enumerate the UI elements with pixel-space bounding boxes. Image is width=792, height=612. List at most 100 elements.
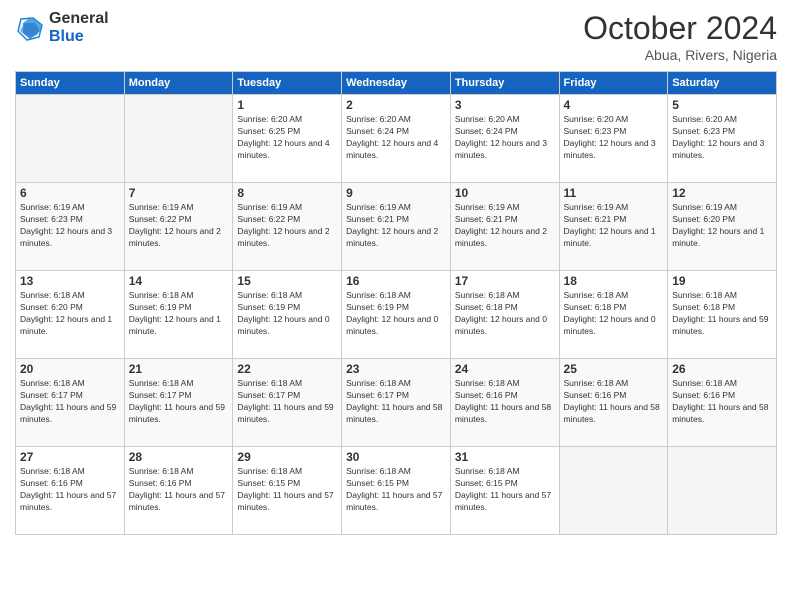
day-info: Sunrise: 6:18 AM Sunset: 6:16 PM Dayligh… (129, 466, 229, 514)
day-number: 24 (455, 362, 555, 376)
calendar-cell: 14 Sunrise: 6:18 AM Sunset: 6:19 PM Dayli… (124, 271, 233, 359)
day-info: Sunrise: 6:19 AM Sunset: 6:21 PM Dayligh… (346, 202, 446, 250)
week-row-3: 13 Sunrise: 6:18 AM Sunset: 6:20 PM Dayli… (16, 271, 777, 359)
calendar-cell: 31 Sunrise: 6:18 AM Sunset: 6:15 PM Dayli… (450, 447, 559, 535)
day-info: Sunrise: 6:18 AM Sunset: 6:17 PM Dayligh… (20, 378, 120, 426)
calendar-cell: 27Sunrise: 6:18 AM Sunset: 6:16 PM Dayli… (16, 447, 125, 535)
location: Abua, Rivers, Nigeria (583, 47, 777, 63)
day-number: 15 (237, 274, 337, 288)
calendar-cell: 29Sunrise: 6:18 AM Sunset: 6:15 PM Dayli… (233, 447, 342, 535)
day-info: Sunrise: 6:19 AM Sunset: 6:21 PM Dayligh… (455, 202, 555, 250)
calendar-cell: 6Sunrise: 6:19 AM Sunset: 6:23 PM Daylig… (16, 183, 125, 271)
logo: General Blue (15, 10, 109, 45)
day-info: Sunrise: 6:19 AM Sunset: 6:20 PM Dayligh… (672, 202, 772, 250)
day-header-friday: Friday (559, 72, 668, 95)
day-number: 1 (237, 98, 337, 112)
calendar-cell: 19 Sunrise: 6:18 AM Sunset: 6:18 PM Dayli… (668, 271, 777, 359)
calendar-table: SundayMondayTuesdayWednesdayThursdayFrid… (15, 71, 777, 535)
calendar-cell: 25 Sunrise: 6:18 AM Sunset: 6:16 PM Dayli… (559, 359, 668, 447)
day-info: Sunrise: 6:18 AM Sunset: 6:18 PM Dayligh… (672, 290, 772, 338)
day-info: Sunrise: 6:20 AM Sunset: 6:24 PM Dayligh… (346, 114, 446, 162)
calendar-cell: 2 Sunrise: 6:20 AM Sunset: 6:24 PM Daylig… (342, 95, 451, 183)
day-number: 6 (20, 186, 120, 200)
day-number: 2 (346, 98, 446, 112)
calendar-header-row: SundayMondayTuesdayWednesdayThursdayFrid… (16, 72, 777, 95)
day-number: 25 (564, 362, 664, 376)
calendar-cell: 26 Sunrise: 6:18 AM Sunset: 6:16 PM Dayli… (668, 359, 777, 447)
day-number: 26 (672, 362, 772, 376)
month-title: October 2024 (583, 10, 777, 47)
calendar-cell: 30Sunrise: 6:18 AM Sunset: 6:15 PM Dayli… (342, 447, 451, 535)
calendar-cell: 13 Sunrise: 6:18 AM Sunset: 6:20 PM Dayli… (16, 271, 125, 359)
day-number: 30 (346, 450, 446, 464)
calendar-cell: 24 Sunrise: 6:18 AM Sunset: 6:16 PM Dayli… (450, 359, 559, 447)
day-header-tuesday: Tuesday (233, 72, 342, 95)
calendar-cell: 7 Sunrise: 6:19 AM Sunset: 6:22 PM Daylig… (124, 183, 233, 271)
day-number: 13 (20, 274, 120, 288)
day-header-thursday: Thursday (450, 72, 559, 95)
day-info: Sunrise: 6:19 AM Sunset: 6:22 PM Dayligh… (237, 202, 337, 250)
day-number: 11 (564, 186, 664, 200)
week-row-1: 1Sunrise: 6:20 AM Sunset: 6:25 PM Daylig… (16, 95, 777, 183)
day-number: 5 (672, 98, 772, 112)
day-number: 4 (564, 98, 664, 112)
day-info: Sunrise: 6:18 AM Sunset: 6:16 PM Dayligh… (455, 378, 555, 426)
day-number: 28 (129, 450, 229, 464)
day-info: Sunrise: 6:18 AM Sunset: 6:20 PM Dayligh… (20, 290, 120, 338)
logo-blue-text: Blue (49, 28, 109, 46)
calendar-cell: 9 Sunrise: 6:19 AM Sunset: 6:21 PM Daylig… (342, 183, 451, 271)
day-number: 23 (346, 362, 446, 376)
calendar-cell: 12 Sunrise: 6:19 AM Sunset: 6:20 PM Dayli… (668, 183, 777, 271)
day-info: Sunrise: 6:18 AM Sunset: 6:16 PM Dayligh… (672, 378, 772, 426)
calendar-cell: 28 Sunrise: 6:18 AM Sunset: 6:16 PM Dayli… (124, 447, 233, 535)
calendar-cell: 4 Sunrise: 6:20 AM Sunset: 6:23 PM Daylig… (559, 95, 668, 183)
header: General Blue October 2024 Abua, Rivers, … (15, 10, 777, 63)
day-number: 21 (129, 362, 229, 376)
calendar-cell: 15 Sunrise: 6:18 AM Sunset: 6:19 PM Dayli… (233, 271, 342, 359)
day-info: Sunrise: 6:20 AM Sunset: 6:23 PM Dayligh… (672, 114, 772, 162)
day-info: Sunrise: 6:18 AM Sunset: 6:18 PM Dayligh… (455, 290, 555, 338)
day-number: 29 (237, 450, 337, 464)
calendar-cell: 21 Sunrise: 6:18 AM Sunset: 6:17 PM Dayli… (124, 359, 233, 447)
day-info: Sunrise: 6:19 AM Sunset: 6:22 PM Dayligh… (129, 202, 229, 250)
day-info: Sunrise: 6:18 AM Sunset: 6:19 PM Dayligh… (129, 290, 229, 338)
calendar-cell: 3Sunrise: 6:20 AM Sunset: 6:24 PM Daylig… (450, 95, 559, 183)
day-info: Sunrise: 6:18 AM Sunset: 6:19 PM Dayligh… (237, 290, 337, 338)
day-number: 19 (672, 274, 772, 288)
calendar-cell: 10 Sunrise: 6:19 AM Sunset: 6:21 PM Dayli… (450, 183, 559, 271)
day-info: Sunrise: 6:18 AM Sunset: 6:17 PM Dayligh… (129, 378, 229, 426)
calendar-cell: 8Sunrise: 6:19 AM Sunset: 6:22 PM Daylig… (233, 183, 342, 271)
calendar-cell: 23 Sunrise: 6:18 AM Sunset: 6:17 PM Dayli… (342, 359, 451, 447)
day-header-sunday: Sunday (16, 72, 125, 95)
calendar-cell (16, 95, 125, 183)
day-number: 10 (455, 186, 555, 200)
calendar-cell: 11Sunrise: 6:19 AM Sunset: 6:21 PM Dayli… (559, 183, 668, 271)
day-number: 12 (672, 186, 772, 200)
title-area: October 2024 Abua, Rivers, Nigeria (583, 10, 777, 63)
day-info: Sunrise: 6:18 AM Sunset: 6:16 PM Dayligh… (20, 466, 120, 514)
logo-text: General Blue (49, 10, 109, 45)
week-row-4: 20Sunrise: 6:18 AM Sunset: 6:17 PM Dayli… (16, 359, 777, 447)
day-number: 16 (346, 274, 446, 288)
day-info: Sunrise: 6:20 AM Sunset: 6:24 PM Dayligh… (455, 114, 555, 162)
day-info: Sunrise: 6:18 AM Sunset: 6:16 PM Dayligh… (564, 378, 664, 426)
day-header-monday: Monday (124, 72, 233, 95)
day-info: Sunrise: 6:18 AM Sunset: 6:19 PM Dayligh… (346, 290, 446, 338)
day-header-wednesday: Wednesday (342, 72, 451, 95)
day-info: Sunrise: 6:20 AM Sunset: 6:23 PM Dayligh… (564, 114, 664, 162)
calendar-cell (668, 447, 777, 535)
day-info: Sunrise: 6:18 AM Sunset: 6:17 PM Dayligh… (346, 378, 446, 426)
day-number: 9 (346, 186, 446, 200)
day-number: 17 (455, 274, 555, 288)
day-number: 31 (455, 450, 555, 464)
day-number: 14 (129, 274, 229, 288)
day-info: Sunrise: 6:18 AM Sunset: 6:18 PM Dayligh… (564, 290, 664, 338)
calendar-cell: 17 Sunrise: 6:18 AM Sunset: 6:18 PM Dayli… (450, 271, 559, 359)
calendar-cell (124, 95, 233, 183)
page: General Blue October 2024 Abua, Rivers, … (0, 0, 792, 612)
calendar-cell: 18Sunrise: 6:18 AM Sunset: 6:18 PM Dayli… (559, 271, 668, 359)
week-row-2: 6Sunrise: 6:19 AM Sunset: 6:23 PM Daylig… (16, 183, 777, 271)
day-number: 7 (129, 186, 229, 200)
day-info: Sunrise: 6:18 AM Sunset: 6:15 PM Dayligh… (455, 466, 555, 514)
logo-general-text: General (49, 10, 109, 28)
